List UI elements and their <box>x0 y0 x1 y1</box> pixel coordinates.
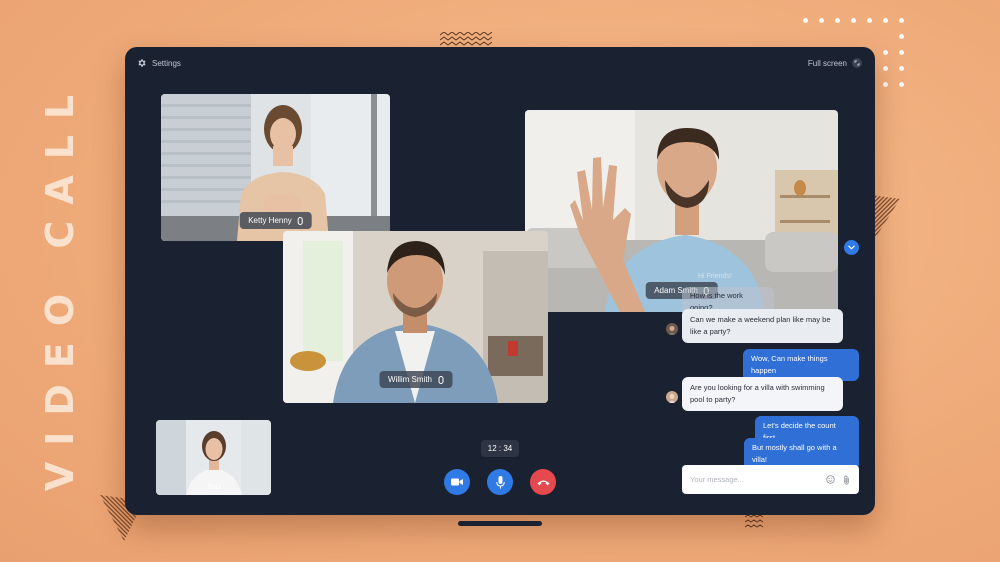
settings-label: Settings <box>152 58 181 68</box>
video-toggle-button[interactable] <box>444 469 470 495</box>
emoji-icon[interactable] <box>825 475 835 485</box>
chevron-down-icon <box>848 245 855 250</box>
decorative-zigzag-bottom <box>745 515 763 528</box>
mic-toggle-button[interactable] <box>487 469 513 495</box>
device-home-indicator <box>458 521 542 526</box>
mic-icon <box>297 216 303 225</box>
scroll-down-button[interactable] <box>844 240 859 255</box>
self-view-tile[interactable]: You <box>156 420 271 495</box>
end-call-button[interactable] <box>530 469 556 495</box>
decorative-zigzag-top <box>440 32 492 46</box>
participant-name-tag: Willim Smith <box>379 371 452 388</box>
side-title: VIDEO CALL <box>30 79 90 491</box>
sender-avatar <box>666 391 678 403</box>
video-call-window: Settings Full screen Ketty Henny Adam Sm… <box>125 47 875 515</box>
sender-avatar <box>666 323 678 335</box>
end-call-icon <box>537 480 549 485</box>
participant-tile-willim[interactable]: Willim Smith <box>283 231 548 403</box>
mic-icon <box>438 375 443 384</box>
settings-button[interactable]: Settings <box>137 58 181 68</box>
chat-message-incoming: Can we make a weekend plan like may be l… <box>682 309 843 343</box>
participant-tile-adam[interactable]: Adam Smith <box>525 110 838 312</box>
participant-tile-ketty[interactable]: Ketty Henny <box>161 94 390 241</box>
decorative-stripe-triangle-right <box>872 195 900 243</box>
message-input[interactable] <box>690 475 819 484</box>
self-view-label: You <box>206 482 221 491</box>
fullscreen-button[interactable]: Full screen <box>808 58 862 68</box>
attachment-icon[interactable] <box>841 475 851 485</box>
participant-name: Willim Smith <box>388 375 432 384</box>
video-camera-icon <box>451 478 463 486</box>
side-title-text: VIDEO CALL <box>38 78 82 492</box>
participant-name-tag: Ketty Henny <box>239 212 312 229</box>
chat-message-faded: Hi Friends! <box>698 273 732 280</box>
message-input-box[interactable] <box>682 465 859 494</box>
fullscreen-icon <box>852 58 862 68</box>
gear-icon <box>138 59 146 67</box>
microphone-icon <box>495 475 505 488</box>
participant-name: Ketty Henny <box>248 216 292 225</box>
fullscreen-label: Full screen <box>807 58 847 68</box>
chat-message-incoming: Are you looking for a villa with swimmin… <box>682 377 843 411</box>
call-timer: 12 : 34 <box>481 440 519 457</box>
